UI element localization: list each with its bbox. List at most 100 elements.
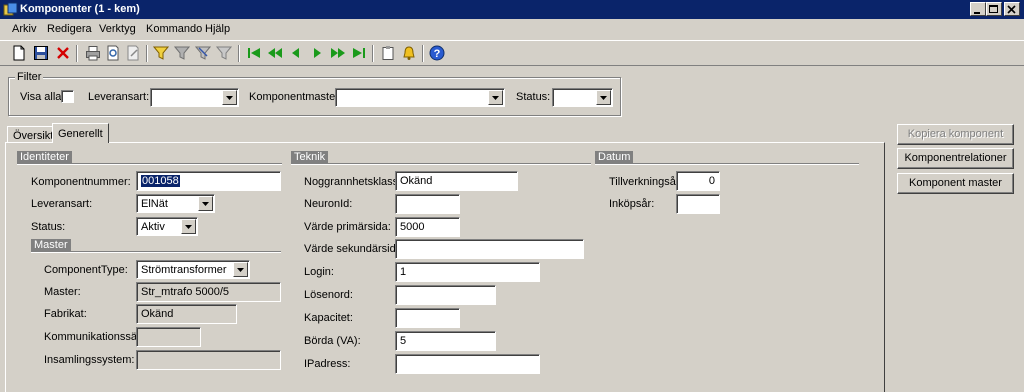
filter-leveransart-label: Leveransart: [88, 91, 150, 103]
tillverkningsar-field[interactable]: 0 [676, 171, 720, 191]
save-icon[interactable] [32, 44, 50, 62]
tillverkningsar-label: Tillverkningsår: [609, 176, 683, 188]
toolbar: ? [0, 40, 1024, 66]
ipadress-label: IPadress: [304, 358, 351, 370]
leveransart-label: Leveransart: [31, 198, 93, 210]
export-icon[interactable] [124, 44, 142, 62]
previous-record-icon[interactable] [287, 44, 305, 62]
chevron-down-icon[interactable] [596, 90, 611, 105]
toolbar-separator [146, 45, 148, 62]
clipboard-icon[interactable] [379, 44, 397, 62]
filter-legend: Filter [15, 71, 44, 83]
menu-bar: Arkiv Redigera Verktyg Kommando Hjälp [0, 19, 1024, 39]
losenord-field[interactable] [395, 285, 496, 305]
kopiera-komponent-button[interactable]: Kopiera komponent [897, 124, 1014, 145]
losenord-label: Lösenord: [304, 289, 353, 301]
neuronid-field[interactable] [395, 194, 460, 214]
close-button[interactable] [1004, 2, 1020, 16]
last-record-icon[interactable] [350, 44, 368, 62]
master-field[interactable]: Str_mtrafo 5000/5 [136, 282, 281, 302]
komponentrelationer-button[interactable]: Komponentrelationer [897, 148, 1014, 169]
componenttype-label: ComponentType: [44, 264, 128, 276]
filter-icon[interactable] [152, 44, 170, 62]
inkopsar-field[interactable] [676, 194, 720, 214]
next-page-icon[interactable] [329, 44, 347, 62]
fabrikat-field[interactable]: Okänd [136, 304, 237, 324]
print-preview-icon[interactable] [104, 44, 122, 62]
svg-text:?: ? [434, 48, 441, 60]
noggrannhetsklass-label: Noggrannhetsklass: [304, 176, 402, 188]
neuronid-label: NeuronId: [304, 198, 353, 210]
kapacitet-field[interactable] [395, 308, 460, 328]
kommunikationssatt-label: Kommunikationssätt: [44, 331, 147, 343]
toolbar-separator [372, 45, 374, 62]
leveransart-select[interactable]: ElNät [136, 194, 215, 213]
remove-filter-icon[interactable] [215, 44, 233, 62]
new-document-icon[interactable] [10, 44, 28, 62]
chevron-down-icon[interactable] [488, 90, 503, 105]
tab-generellt[interactable]: Generellt [52, 123, 109, 143]
master-label: Master: [44, 286, 81, 298]
fabrikat-label: Fabrikat: [44, 308, 87, 320]
print-icon[interactable] [84, 44, 102, 62]
visa-alla-label: Visa alla: [20, 91, 65, 103]
chevron-down-icon[interactable] [181, 219, 196, 234]
alert-bell-icon[interactable] [400, 44, 418, 62]
title-bar[interactable]: Komponenter (1 - kem) [0, 0, 1024, 19]
varde-primarsida-label: Värde primärsida: [304, 221, 391, 233]
login-label: Login: [304, 266, 334, 278]
varde-primarsida-field[interactable]: 5000 [395, 217, 460, 237]
insamlingssystem-label: Insamlingssystem: [44, 354, 135, 366]
filter-komponentmaster-label: Komponentmaster: [249, 91, 342, 103]
window-title: Komponenter (1 - kem) [20, 3, 140, 15]
master-header: Master [31, 239, 281, 253]
ipadress-field[interactable] [395, 354, 540, 374]
menu-arkiv[interactable]: Arkiv [12, 23, 36, 35]
status-select[interactable]: Aktiv [136, 217, 198, 236]
tab-panel-generellt: Identiteter Komponentnummer: 001058 Leve… [5, 142, 885, 392]
noggrannhetsklass-field[interactable]: Okänd [395, 171, 518, 191]
varde-sekundarsida-label: Värde sekundärsida: [304, 243, 405, 255]
next-record-icon[interactable] [308, 44, 326, 62]
inkopsar-label: Inköpsår: [609, 198, 655, 210]
filter-komponentmaster-select[interactable] [335, 88, 505, 107]
maximize-button[interactable] [986, 2, 1002, 16]
komponentnummer-field[interactable]: 001058 [136, 171, 281, 191]
chevron-down-icon[interactable] [222, 90, 237, 105]
minimize-button[interactable] [970, 2, 986, 16]
filter-by-selection-icon[interactable] [173, 44, 191, 62]
toolbar-separator [422, 45, 424, 62]
first-record-icon[interactable] [245, 44, 263, 62]
insamlingssystem-field[interactable] [136, 350, 281, 370]
componenttype-select[interactable]: Strömtransformer [136, 260, 250, 279]
borda-field[interactable]: 5 [395, 331, 496, 351]
visa-alla-checkbox[interactable] [61, 90, 74, 103]
filter-group: Filter Visa alla: Leveransart: Komponent… [8, 71, 621, 116]
toolbar-separator [238, 45, 240, 62]
chevron-down-icon[interactable] [233, 262, 248, 277]
login-field[interactable]: 1 [395, 262, 540, 282]
identiteter-header: Identiteter [17, 151, 282, 165]
komponent-master-button[interactable]: Komponent master [897, 173, 1014, 194]
help-icon[interactable]: ? [428, 44, 446, 62]
chevron-down-icon[interactable] [198, 196, 213, 211]
filter-status-select[interactable] [552, 88, 613, 107]
previous-page-icon[interactable] [266, 44, 284, 62]
menu-verktyg[interactable]: Verktyg [99, 23, 136, 35]
menu-hjalp[interactable]: Hjälp [205, 23, 230, 35]
kapacitet-label: Kapacitet: [304, 312, 353, 324]
komponentnummer-label: Komponentnummer: [31, 176, 131, 188]
delete-icon[interactable] [54, 44, 72, 62]
menu-redigera[interactable]: Redigera [47, 23, 92, 35]
app-icon[interactable] [3, 2, 18, 17]
kommunikationssatt-field[interactable] [136, 327, 201, 347]
toolbar-separator [76, 45, 78, 62]
menu-kommando[interactable]: Kommando [146, 23, 202, 35]
advanced-filter-icon[interactable] [194, 44, 212, 62]
teknik-header: Teknik [291, 151, 591, 165]
status-label: Status: [31, 221, 66, 233]
filter-status-label: Status: [516, 91, 551, 103]
varde-sekundarsida-field[interactable] [395, 239, 584, 259]
filter-leveransart-select[interactable] [150, 88, 239, 107]
borda-label: Börda (VA): [304, 335, 361, 347]
